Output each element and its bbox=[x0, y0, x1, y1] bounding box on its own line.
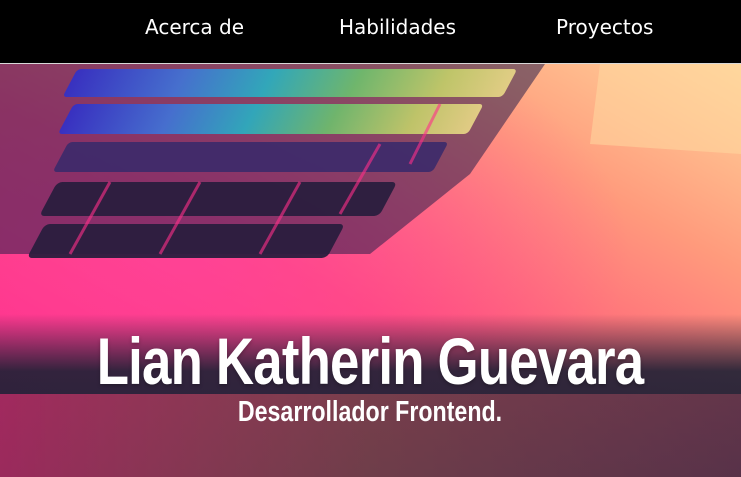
hero-section: Lian Katherin Guevara Desarrollador Fron… bbox=[0, 64, 741, 477]
nav-link-proyectos[interactable]: Proyectos bbox=[556, 14, 653, 40]
hero-name-title: Lian Katherin Guevara bbox=[96, 324, 644, 399]
nav-link-acerca-de[interactable]: Acerca de bbox=[145, 14, 244, 40]
nav-link-habilidades[interactable]: Habilidades bbox=[339, 14, 456, 40]
top-navbar: Acerca de Habilidades Proyectos bbox=[0, 0, 741, 64]
hero-tagline: Desarrollador Frontend. bbox=[237, 396, 503, 429]
